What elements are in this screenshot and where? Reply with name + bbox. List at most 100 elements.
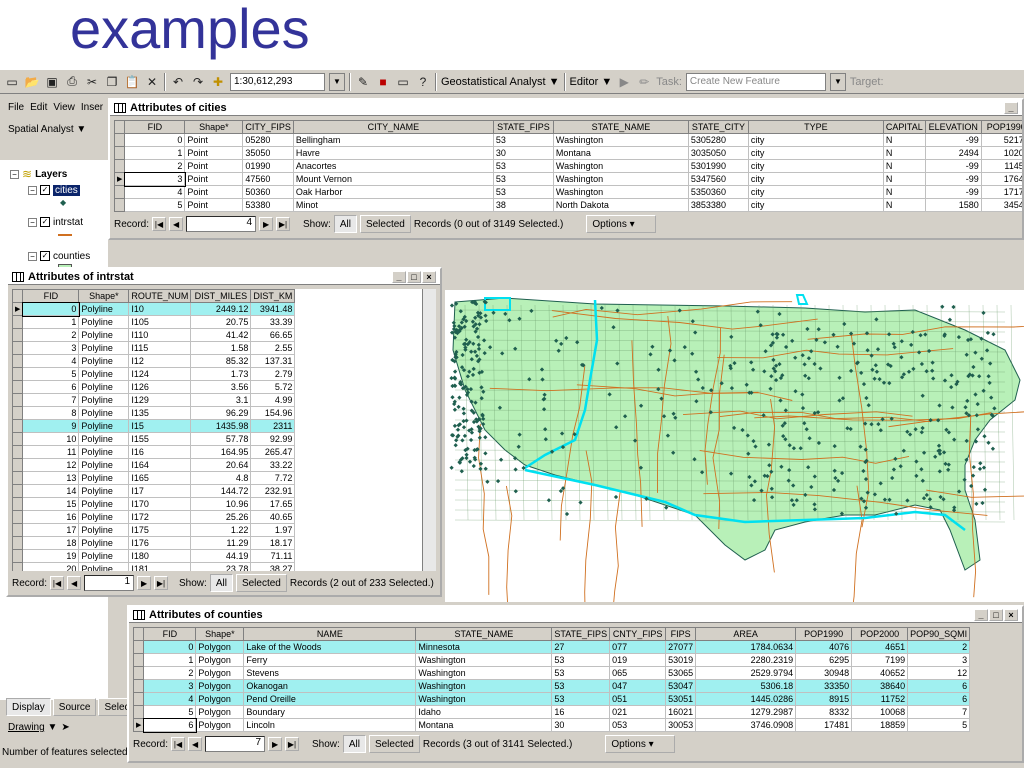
- spatial-analyst-menu[interactable]: Spatial Analyst ▼: [8, 124, 86, 135]
- table-row[interactable]: 2 Point 01990 Anacortes 53 Washington 5301990 c…: [113, 159, 1022, 173]
- column-header[interactable]: CITY_FIPS: [242, 120, 294, 134]
- command-line-icon[interactable]: ▭: [395, 74, 411, 90]
- save-icon[interactable]: ▣: [44, 74, 60, 90]
- table-row[interactable]: 1 Polygon Ferry Washington 53 019 53019 2280.23…: [132, 653, 971, 667]
- column-header[interactable]: AREA: [695, 627, 797, 641]
- delete-icon[interactable]: ✕: [144, 74, 160, 90]
- table-row[interactable]: 17 Polyline I175 1.22 1.97: [12, 523, 296, 537]
- table-row[interactable]: 4 Polygon Pend Oreille Washington 53 051 53051…: [132, 692, 971, 706]
- layer-intrstat[interactable]: − ✓ intrstat: [28, 214, 108, 230]
- row-selector[interactable]: [132, 692, 145, 706]
- row-selector[interactable]: [113, 146, 126, 160]
- prev-record-button[interactable]: ◀: [169, 217, 184, 231]
- minimize-button[interactable]: _: [1004, 101, 1018, 114]
- column-header[interactable]: Shape*: [184, 120, 244, 134]
- minimize-button[interactable]: _: [392, 270, 406, 283]
- row-selector[interactable]: [132, 640, 145, 654]
- row-selector[interactable]: [113, 133, 126, 147]
- table-row[interactable]: 14 Polyline I17 144.72 232.91: [12, 484, 296, 498]
- row-selector[interactable]: [12, 367, 24, 381]
- tab-source[interactable]: Source: [52, 698, 97, 716]
- row-selector[interactable]: [12, 419, 24, 433]
- table-row[interactable]: 3 Polyline I115 1.58 2.55: [12, 341, 296, 355]
- record-number-input[interactable]: 4: [186, 216, 257, 232]
- row-selector[interactable]: [12, 315, 24, 329]
- new-icon[interactable]: ▭: [4, 74, 20, 90]
- column-header[interactable]: ROUTE_NUM: [128, 289, 192, 303]
- print-icon[interactable]: ⎙: [64, 74, 80, 90]
- row-selector[interactable]: [12, 354, 24, 368]
- options-button[interactable]: Options ▾: [586, 215, 657, 233]
- column-header[interactable]: POP1990: [795, 627, 853, 641]
- column-header[interactable]: TYPE: [747, 120, 884, 134]
- menu-view[interactable]: View: [53, 102, 75, 113]
- table-row[interactable]: 0 Point 05280 Bellingham 53 Washington 5305280…: [113, 133, 1022, 147]
- copy-icon[interactable]: ❐: [104, 74, 120, 90]
- column-header[interactable]: CAPITAL: [882, 120, 926, 134]
- collapse-icon[interactable]: −: [28, 217, 37, 227]
- table-row[interactable]: 19 Polyline I180 44.19 71.11: [12, 549, 296, 563]
- open-icon[interactable]: 📂: [24, 74, 40, 90]
- row-selector[interactable]: [12, 510, 24, 524]
- row-selector[interactable]: [12, 328, 24, 342]
- table-row[interactable]: 6 Polyline I126 3.56 5.72: [12, 380, 296, 394]
- table-row[interactable]: 2 Polyline I110 41.42 66.65: [12, 328, 296, 342]
- column-header[interactable]: POP90_SQMI: [907, 627, 971, 641]
- show-selected-button[interactable]: Selected: [235, 574, 287, 592]
- prev-record-button[interactable]: ◀: [67, 576, 82, 590]
- column-header[interactable]: CNTY_FIPS: [609, 627, 667, 641]
- scale-dropdown-icon[interactable]: ▼: [329, 72, 345, 91]
- editor-toolbar-icon[interactable]: ✎: [355, 74, 371, 90]
- column-header[interactable]: FID: [143, 627, 197, 641]
- row-selector[interactable]: [113, 159, 126, 173]
- table-row[interactable]: 5 Polyline I124 1.73 2.79: [12, 367, 296, 381]
- task-combo[interactable]: Create New Feature: [685, 72, 826, 91]
- menu-edit[interactable]: Edit: [30, 102, 47, 113]
- table-row[interactable]: 10 Polyline I155 57.78 92.99: [12, 432, 296, 446]
- column-header[interactable]: FIPS: [665, 627, 697, 641]
- next-record-button[interactable]: ▶: [268, 737, 283, 751]
- tab-display[interactable]: Display: [6, 698, 51, 716]
- edit-tool-icon[interactable]: ▶: [616, 74, 632, 90]
- last-record-button[interactable]: ▶|: [285, 737, 300, 751]
- column-header[interactable]: POP2000: [851, 627, 909, 641]
- row-selector[interactable]: [113, 198, 126, 212]
- last-record-button[interactable]: ▶|: [276, 217, 291, 231]
- row-selector[interactable]: [12, 406, 24, 420]
- maximize-button[interactable]: □: [989, 608, 1003, 621]
- table-row[interactable]: 1 Polyline I105 20.75 33.39: [12, 315, 296, 329]
- column-header[interactable]: STATE_NAME: [552, 120, 689, 134]
- row-selector[interactable]: [12, 458, 24, 472]
- redo-icon[interactable]: ↷: [190, 74, 206, 90]
- row-selector[interactable]: ▶: [12, 302, 24, 316]
- row-selector[interactable]: [132, 679, 145, 693]
- table-row[interactable]: 2 Polygon Stevens Washington 53 065 53065 2529.…: [132, 666, 971, 680]
- geostatistical-analyst-menu[interactable]: Geostatistical Analyst ▼: [441, 76, 560, 88]
- row-selector[interactable]: ▶: [113, 172, 126, 186]
- cut-icon[interactable]: ✂: [84, 74, 100, 90]
- column-header[interactable]: STATE_CITY: [687, 120, 749, 134]
- column-header[interactable]: Shape*: [195, 627, 245, 641]
- table-row[interactable]: ▶ 0 Polyline I10 2449.12 3941.48: [12, 301, 296, 317]
- column-header[interactable]: DIST_KM: [250, 289, 296, 303]
- task-dropdown-icon[interactable]: ▼: [829, 72, 846, 91]
- column-header[interactable]: FID: [22, 289, 80, 303]
- vertical-scrollbar[interactable]: [422, 289, 436, 571]
- table-row[interactable]: 20 Polyline I181 23.78 38.27: [12, 562, 296, 571]
- column-header[interactable]: POP1990: [980, 120, 1022, 134]
- minimize-button[interactable]: _: [974, 608, 988, 621]
- select-elements-icon[interactable]: ➤: [61, 722, 69, 733]
- prev-record-button[interactable]: ◀: [188, 737, 203, 751]
- table-row[interactable]: 9 Polyline I15 1435.98 2311: [12, 419, 296, 433]
- table-row[interactable]: 11 Polyline I16 164.95 265.47: [12, 445, 296, 459]
- table-row[interactable]: 15 Polyline I170 10.96 17.65: [12, 497, 296, 511]
- sketch-tool-icon[interactable]: ✏: [636, 74, 652, 90]
- menu-insert[interactable]: Inser: [81, 102, 103, 113]
- record-number-input[interactable]: 1: [84, 575, 135, 591]
- column-header[interactable]: CITY_NAME: [292, 120, 494, 134]
- scale-combo[interactable]: 1:30,612,293: [230, 72, 325, 91]
- layer-visibility-checkbox[interactable]: ✓: [40, 185, 50, 195]
- layer-counties[interactable]: − ✓ counties: [28, 248, 108, 264]
- table-row[interactable]: ▶ 3 Point 47560 Mount Vernon 53 Washington 5347…: [113, 171, 1022, 187]
- table-row[interactable]: 1 Point 35050 Havre 30 Montana 3035050 city N 249…: [113, 146, 1022, 160]
